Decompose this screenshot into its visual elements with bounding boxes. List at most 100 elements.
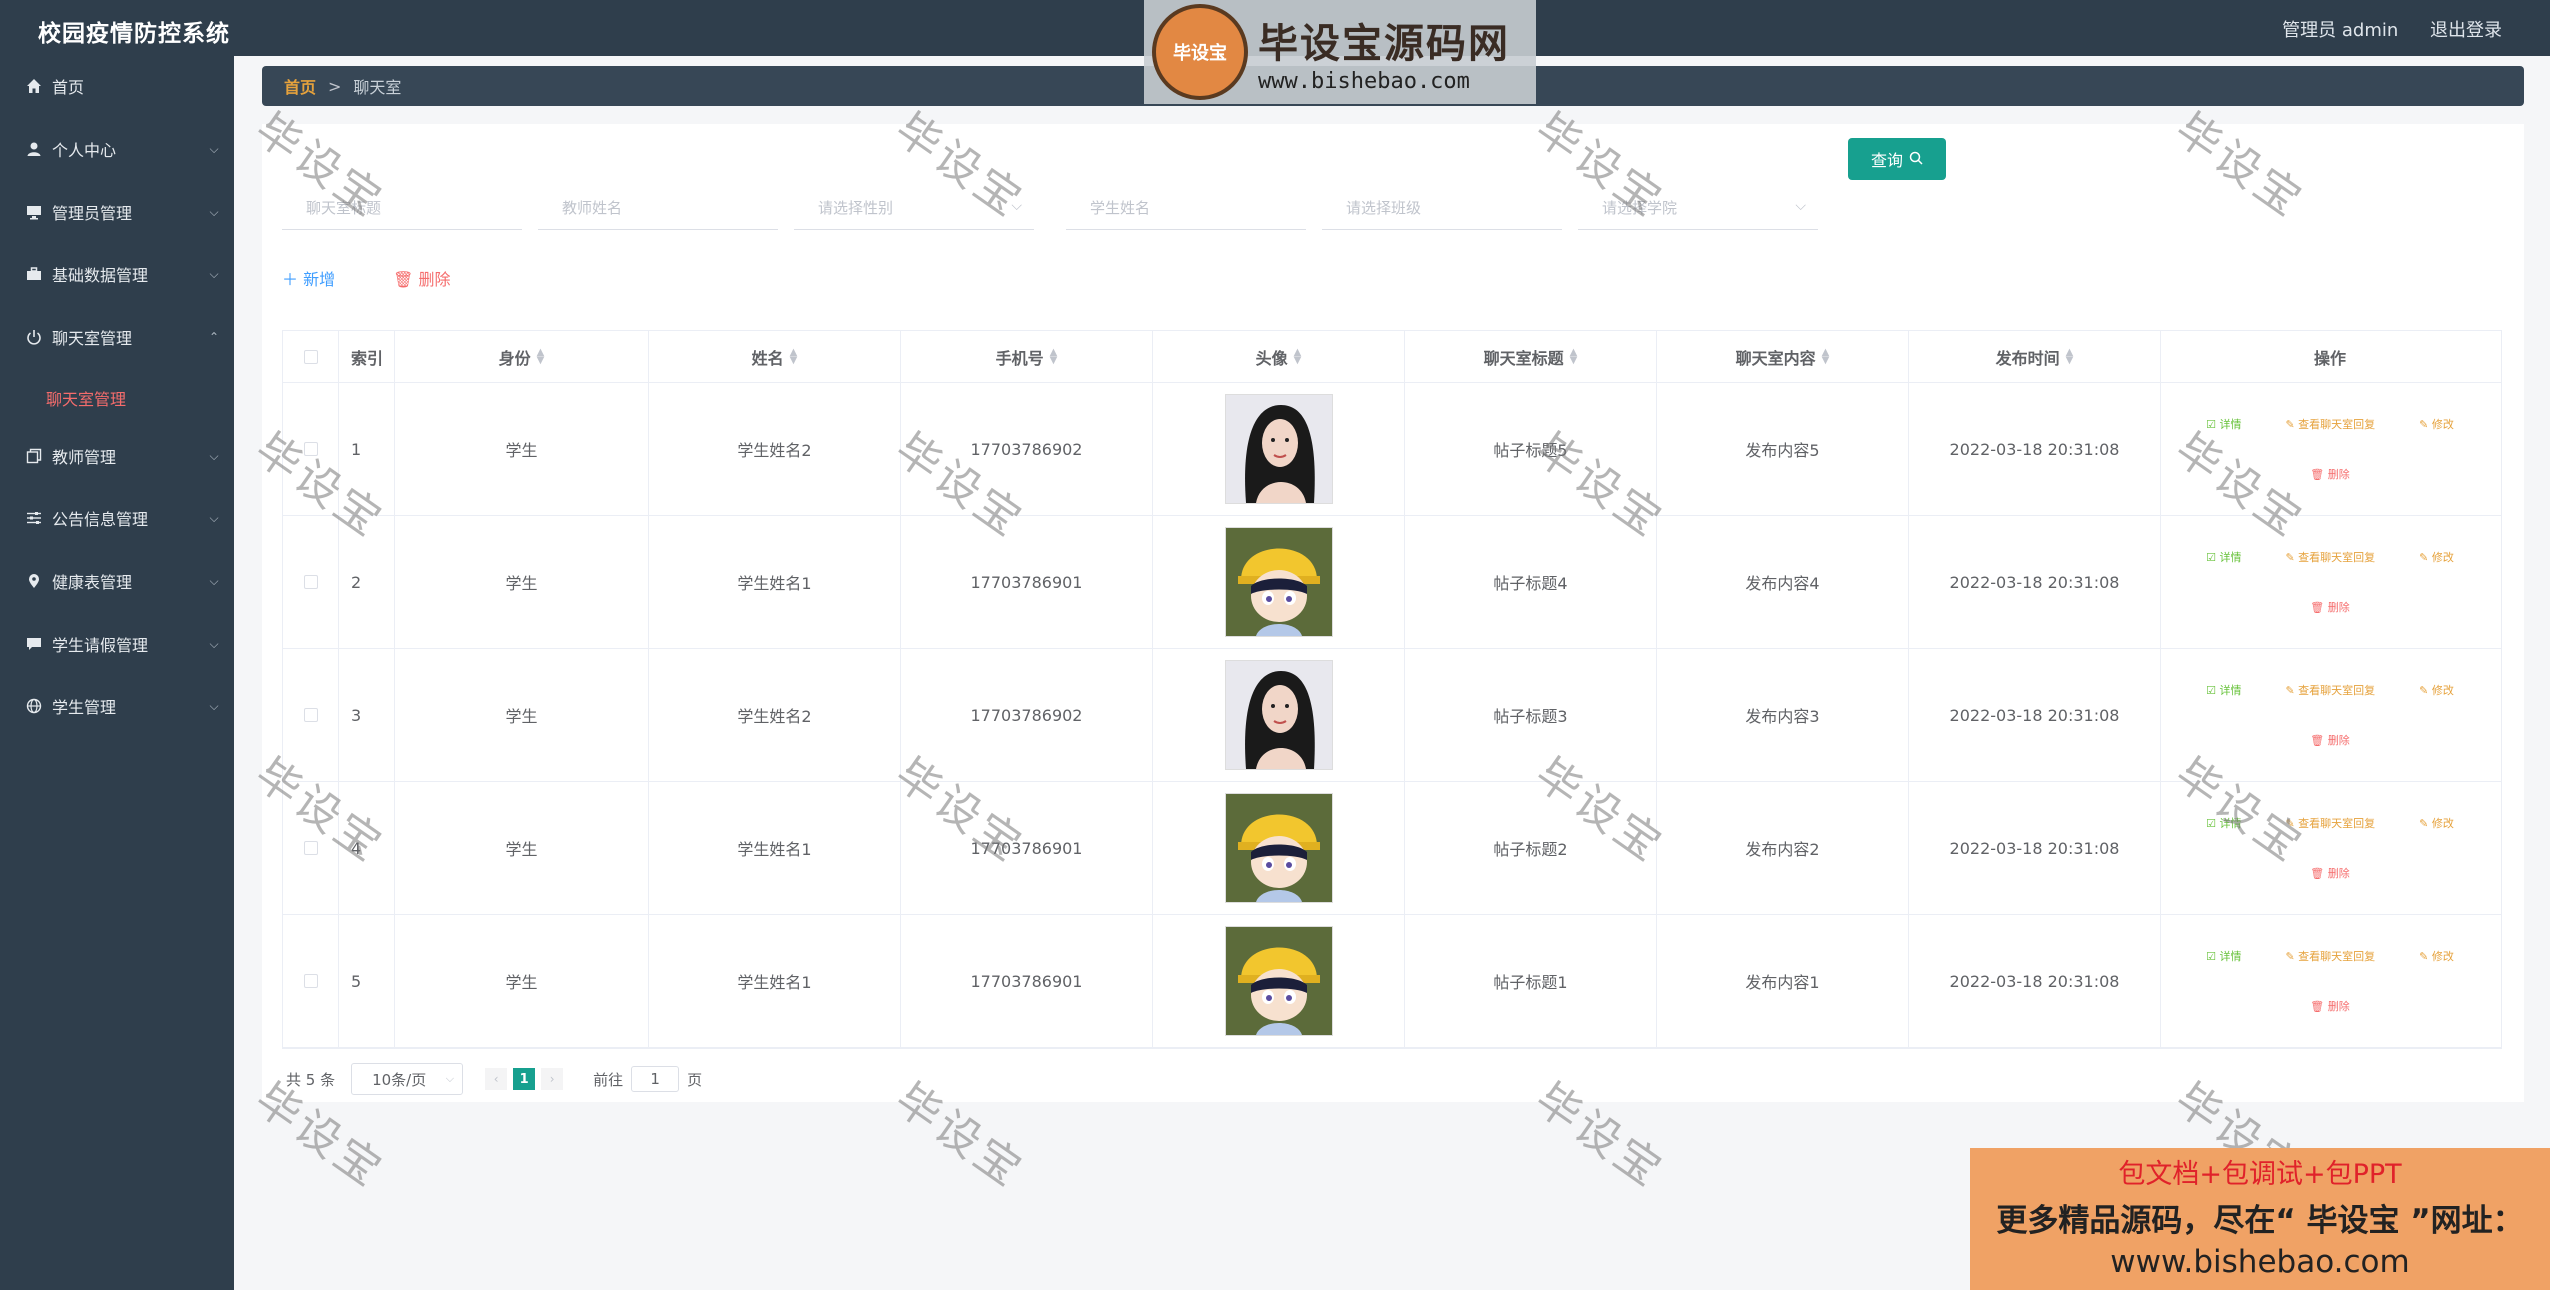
edit-button[interactable]: ✎ 修改 (2419, 948, 2454, 964)
cell-time: 2022-03-18 20:31:08 (1909, 516, 2161, 648)
sidebar-item-leave[interactable]: 学生请假管理 ⌵ (0, 624, 234, 664)
cell-avatar (1153, 915, 1405, 1047)
row-checkbox-cell (283, 383, 339, 515)
cell-time: 2022-03-18 20:31:08 (1909, 383, 2161, 515)
detail-button[interactable]: ☑ 详情 (2206, 948, 2241, 964)
row-checkbox-cell (283, 649, 339, 781)
view-reply-button[interactable]: ✎ 查看聊天室回复 (2285, 948, 2375, 964)
data-table: 索引 身份 ▲ ▼ 姓名 ▲ ▼ 手机号 ▲ ▼ 头像 ▲ ▼ 聊天室标题 ▲ ▼ 聊天室内容 ▲ ▼ … (282, 330, 2502, 1049)
header-chat-title[interactable]: 聊天室标题 ▲ ▼ (1405, 331, 1657, 382)
cell-avatar (1153, 383, 1405, 515)
chat-title-input[interactable]: 聊天室标题 (282, 186, 522, 230)
header-index: 索引 (339, 331, 395, 382)
header-time[interactable]: 发布时间 ▲ ▼ (1909, 331, 2161, 382)
sort-icon: ▲ ▼ (536, 346, 545, 366)
detail-button[interactable]: ☑ 详情 (2206, 416, 2241, 432)
header-phone[interactable]: 手机号 ▲ ▼ (901, 331, 1153, 382)
view-reply-label: 查看聊天室回复 (2298, 684, 2376, 697)
promo-line-1: 包文档+包调试+包PPT (2118, 1159, 2402, 1190)
next-page-button[interactable]: › (541, 1068, 564, 1090)
briefcase-icon (26, 266, 52, 282)
gender-placeholder: 请选择性别 (818, 199, 894, 217)
logo-main-text: 毕设宝源码网 (1258, 20, 1510, 67)
delete-button[interactable]: 🗑 删除 (2310, 732, 2349, 748)
edit-button[interactable]: ✎ 修改 (2419, 549, 2454, 565)
cell-ops: ☑ 详情 ✎ 查看聊天室回复 ✎ 修改 🗑 删除 (2161, 649, 2499, 781)
logout-button[interactable]: 退出登录 (2430, 20, 2502, 41)
sidebar-item-admin[interactable]: 管理员管理 ⌵ (0, 192, 234, 232)
college-select[interactable]: 请选择学院 ⌵ (1578, 186, 1818, 230)
chevron-down-icon: ⌵ (209, 266, 219, 281)
delete-button[interactable]: 🗑 删除 (2310, 599, 2349, 615)
cell-avatar (1153, 649, 1405, 781)
sidebar-item-basedata[interactable]: 基础数据管理 ⌵ (0, 254, 234, 294)
prev-page-button[interactable]: ‹ (485, 1068, 508, 1090)
header-chat-content[interactable]: 聊天室内容 ▲ ▼ (1657, 331, 1909, 382)
cell-name: 学生姓名1 (649, 915, 901, 1047)
chevron-down-icon: ⌵ (209, 448, 219, 463)
select-all-checkbox[interactable] (303, 349, 318, 364)
sidebar-subitem-chatroom-manage[interactable]: 聊天室管理 (46, 386, 126, 410)
header-name[interactable]: 姓名 ▲ ▼ (649, 331, 901, 382)
header-name-label: 姓名 (751, 348, 784, 368)
view-reply-button[interactable]: ✎ 查看聊天室回复 (2285, 416, 2375, 432)
cell-ops: ☑ 详情 ✎ 查看聊天室回复 ✎ 修改 🗑 删除 (2161, 516, 2499, 648)
row-checkbox[interactable] (303, 442, 318, 456)
pagination: 共 5 条 10条/页 ⌵ ‹ 1 › 前往 1 页 (286, 1062, 702, 1096)
avatar[interactable] (1224, 660, 1333, 770)
cell-identity: 学生 (395, 516, 649, 648)
row-checkbox[interactable] (303, 575, 318, 589)
delete-button[interactable]: 🗑 删除 (2310, 998, 2349, 1014)
cell-phone: 17703786901 (901, 915, 1153, 1047)
sidebar-item-health[interactable]: 健康表管理 ⌵ (0, 561, 234, 601)
view-reply-button[interactable]: ✎ 查看聊天室回复 (2285, 682, 2375, 698)
sidebar-item-chatroom[interactable]: 聊天室管理 ⌃ (0, 317, 234, 357)
add-button[interactable]: ＋ 新增 (282, 266, 335, 290)
row-checkbox[interactable] (303, 841, 318, 855)
avatar[interactable] (1224, 527, 1333, 637)
avatar[interactable] (1224, 793, 1333, 903)
breadcrumb-home[interactable]: 首页 (284, 74, 316, 98)
sidebar-item-home[interactable]: 首页 (0, 66, 234, 106)
header-identity[interactable]: 身份 ▲ ▼ (395, 331, 649, 382)
detail-button[interactable]: ☑ 详情 (2206, 549, 2241, 565)
bulk-delete-button[interactable]: 🗑 删除 (393, 266, 450, 290)
delete-button[interactable]: 🗑 删除 (2310, 466, 2349, 482)
detail-button[interactable]: ☑ 详情 (2206, 815, 2241, 831)
gender-select[interactable]: 请选择性别 ⌵ (794, 186, 1034, 230)
view-reply-button[interactable]: ✎ 查看聊天室回复 (2285, 549, 2375, 565)
search-icon (1909, 150, 1923, 169)
student-name-placeholder: 学生姓名 (1090, 199, 1151, 217)
view-reply-label: 查看聊天室回复 (2298, 817, 2376, 830)
detail-button[interactable]: ☑ 详情 (2206, 682, 2241, 698)
sidebar-item-teacher[interactable]: 教师管理 ⌵ (0, 436, 234, 476)
avatar[interactable] (1224, 394, 1333, 504)
top-right: 管理员 admin 退出登录 (2256, 16, 2502, 42)
page-number-button[interactable]: 1 (513, 1068, 536, 1090)
teacher-name-input[interactable]: 教师姓名 (538, 186, 778, 230)
student-name-input[interactable]: 学生姓名 (1066, 186, 1306, 230)
row-checkbox[interactable] (303, 974, 318, 988)
view-reply-button[interactable]: ✎ 查看聊天室回复 (2285, 815, 2375, 831)
action-row: ＋ 新增 🗑 删除 (282, 266, 451, 290)
row-checkbox[interactable] (303, 708, 318, 722)
class-select[interactable]: 请选择班级 (1322, 186, 1562, 230)
goto-page-input[interactable]: 1 (631, 1066, 680, 1092)
search-button-label: 查询 (1870, 151, 1903, 170)
cell-identity: 学生 (395, 383, 649, 515)
sidebar-item-notice[interactable]: 公告信息管理 ⌵ (0, 498, 234, 538)
logo-badge: 毕设宝 (1152, 4, 1248, 100)
edit-button[interactable]: ✎ 修改 (2419, 682, 2454, 698)
avatar[interactable] (1224, 926, 1333, 1036)
delete-button[interactable]: 🗑 删除 (2310, 865, 2349, 881)
view-reply-label: 查看聊天室回复 (2298, 551, 2376, 564)
search-button[interactable]: 查询 (1848, 138, 1946, 180)
edit-button[interactable]: ✎ 修改 (2419, 416, 2454, 432)
sidebar-item-student[interactable]: 学生管理 ⌵ (0, 686, 234, 726)
delete-label: 删除 (2327, 867, 2350, 880)
edit-button[interactable]: ✎ 修改 (2419, 815, 2454, 831)
page-size-select[interactable]: 10条/页 ⌵ (351, 1063, 464, 1095)
sidebar-item-profile[interactable]: 个人中心 ⌵ (0, 129, 234, 169)
header-avatar[interactable]: 头像 ▲ ▼ (1153, 331, 1405, 382)
sidebar-item-label: 聊天室管理 (52, 329, 133, 348)
